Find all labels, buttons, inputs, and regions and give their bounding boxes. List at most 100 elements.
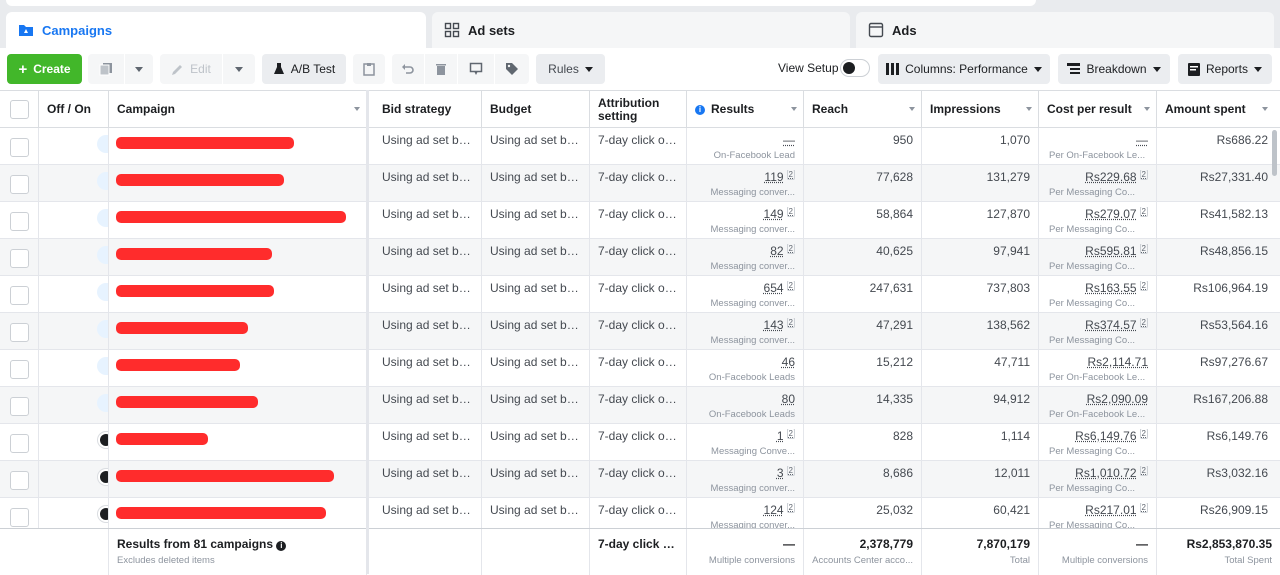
impressions-value: 12,011 [994,466,1030,480]
delete-button[interactable] [425,54,457,84]
columns-icon [886,63,900,75]
select-all-cell [0,91,39,128]
impressions-cell: 12,011 [922,461,1039,497]
edit-dropdown[interactable] [223,54,255,84]
campaign-toggle[interactable] [97,283,108,301]
campaign-toggle[interactable] [97,468,108,486]
results-cell: 143 2 Messaging conver... [687,313,804,349]
col-budget[interactable]: Budget [482,91,590,128]
campaign-name-cell[interactable] [109,239,367,275]
campaign-name-cell[interactable] [109,165,367,201]
col-results[interactable]: i Results [687,91,804,128]
amount-spent-value: Rs48,856.15 [1199,244,1268,258]
impressions-value: 1,070 [999,133,1030,147]
rules-button[interactable]: Rules [536,54,605,84]
campaign-toggle[interactable] [97,135,108,153]
view-setup-toggle[interactable] [840,59,870,77]
bid-strategy-value: Using ad set bid... [382,318,473,332]
tab-campaigns[interactable]: Campaigns [6,12,426,48]
campaign-name-cell[interactable] [109,128,367,164]
cpr-value: Rs2,114.71 [1087,355,1149,369]
campaign-name-cell[interactable] [109,313,367,349]
breakdown-button[interactable]: Breakdown [1058,54,1170,84]
reports-button[interactable]: Reports [1178,54,1272,84]
impressions-value: 47,711 [994,355,1030,369]
preview-icon [469,62,483,75]
col-reach[interactable]: Reach [804,91,922,128]
tag-button[interactable] [495,54,529,84]
cpr-main: Rs163.55 2 [1043,281,1148,295]
campaign-name-cell[interactable] [109,202,367,238]
row-checkbox[interactable] [10,397,29,416]
undo-button[interactable] [392,54,424,84]
edit-button[interactable]: Edit [160,54,222,84]
results-cell: 1 2 Messaging Conve... [687,424,804,460]
footer-subtitle: Excludes deleted items [117,555,215,566]
campaign-name-cell[interactable] [109,461,367,497]
table-row[interactable]: Using ad set bid... Using ad set bu... 7-d… [0,239,1280,276]
campaign-toggle[interactable] [97,172,108,190]
row-checkbox[interactable] [10,138,29,157]
duplicate-dropdown[interactable] [125,54,153,84]
table-row[interactable]: Using ad set bid... Using ad set bu... 7-d… [0,313,1280,350]
select-all-checkbox[interactable] [10,100,29,119]
campaign-toggle[interactable] [97,209,108,227]
col-cost-per-result[interactable]: Cost per result [1039,91,1157,128]
campaign-name-cell[interactable] [109,387,367,423]
row-checkbox[interactable] [10,471,29,490]
table-row[interactable]: Using ad set bid... Using ad set bu... 7-d… [0,128,1280,165]
select-cell [0,313,39,349]
campaign-toggle[interactable] [97,246,108,264]
attribution-value: 7-day click or ... [598,429,678,443]
impressions-value: 1,114 [1000,429,1030,443]
row-checkbox[interactable] [10,360,29,379]
cost-per-result-cell: Rs229.68 2 Per Messaging Co... [1039,165,1157,201]
campaign-toggle[interactable] [97,431,108,449]
row-checkbox[interactable] [10,249,29,268]
campaign-toggle[interactable] [97,505,108,523]
columns-button[interactable]: Columns: Performance [878,54,1050,84]
table-row[interactable]: Using ad set bid... Using ad set bu... 7-d… [0,387,1280,424]
chevron-down-icon [584,66,593,72]
row-checkbox[interactable] [10,286,29,305]
campaign-toggle[interactable] [97,357,108,375]
table-row[interactable]: Using ad set bid... Using ad set bu... 7-d… [0,461,1280,498]
campaign-name-cell[interactable] [109,424,367,460]
duplicate-button[interactable] [88,54,124,84]
col-off-on[interactable]: Off / On [39,91,109,128]
attribution-cell: 7-day click or ... [590,350,687,386]
campaign-name-cell[interactable] [109,276,367,312]
row-checkbox[interactable] [10,175,29,194]
create-button[interactable]: + Create [7,54,82,84]
col-impressions[interactable]: Impressions [922,91,1039,128]
row-checkbox[interactable] [10,212,29,231]
vertical-scrollbar[interactable] [1272,130,1277,176]
table-row[interactable]: Using ad set bid... Using ad set bu... 7-d… [0,350,1280,387]
table-row[interactable]: Using ad set bid... Using ad set bu... 7-d… [0,165,1280,202]
sort-icon [1144,107,1150,111]
ab-test-button[interactable]: A/B Test [262,54,346,84]
table-row[interactable]: Using ad set bid... Using ad set bu... 7-d… [0,424,1280,461]
table-row[interactable]: Using ad set bid... Using ad set bu... 7-d… [0,276,1280,313]
impressions-cell: 1,114 [922,424,1039,460]
table-row[interactable]: Using ad set bid... Using ad set bu... 7-d… [0,202,1280,239]
campaign-name-cell[interactable] [109,350,367,386]
cpr-value: Rs2,090.09 [1086,392,1148,406]
amount-spent-value: Rs97,276.67 [1199,355,1268,369]
tab-ads[interactable]: Ads [856,12,1274,48]
col-amount-spent[interactable]: Amount spent [1157,91,1280,128]
col-bid-strategy[interactable]: Bid strategy [374,91,482,128]
row-checkbox[interactable] [10,508,29,527]
col-campaign[interactable]: Campaign [109,91,367,128]
preview-button[interactable] [458,54,494,84]
tab-ad-sets[interactable]: Ad sets [432,12,850,48]
col-attribution[interactable]: Attribution setting [590,91,687,128]
attribution-value: 7-day click or ... [598,207,678,221]
campaign-toggle[interactable] [97,394,108,412]
chevron-down-icon [1033,66,1042,72]
budget-cell: Using ad set bu... [482,313,590,349]
row-checkbox[interactable] [10,323,29,342]
row-checkbox[interactable] [10,434,29,453]
clipboard-button[interactable] [353,54,385,84]
campaign-toggle[interactable] [97,320,108,338]
